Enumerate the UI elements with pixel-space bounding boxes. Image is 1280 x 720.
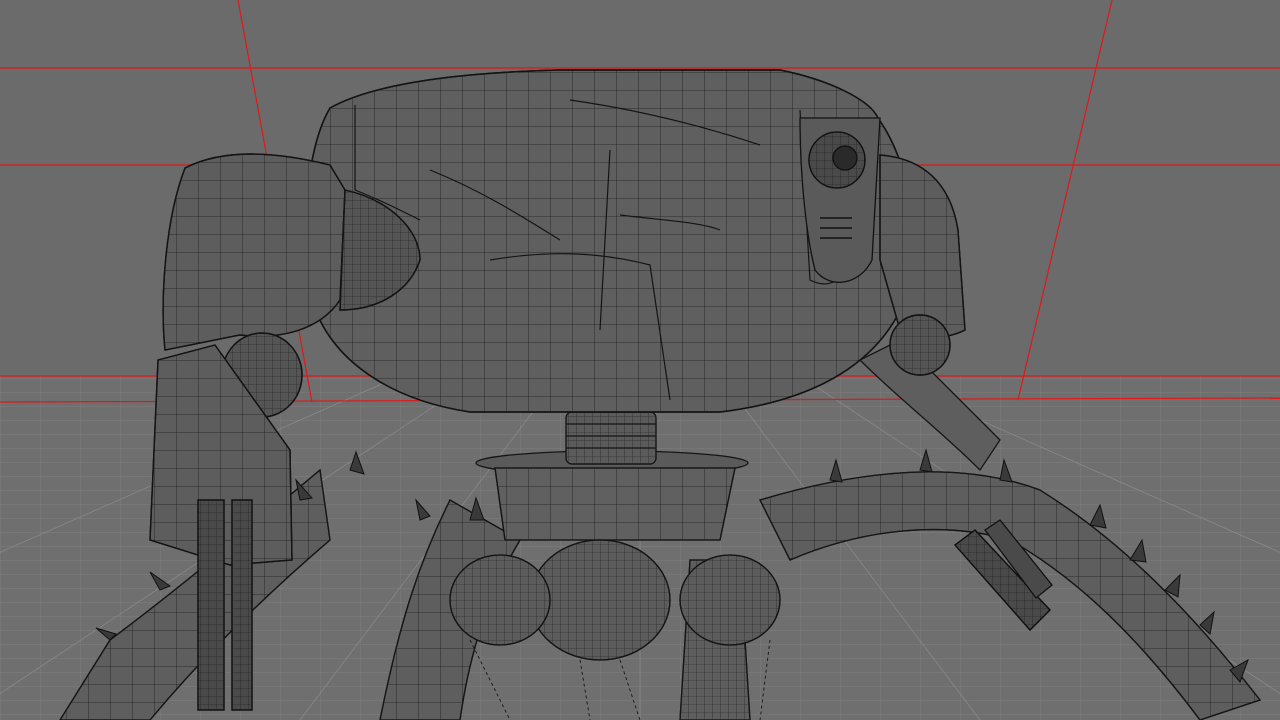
eye xyxy=(799,117,881,283)
wireframe-scene[interactable] xyxy=(0,0,1280,720)
neck-joint xyxy=(565,411,657,465)
3d-viewport[interactable] xyxy=(0,0,1280,720)
